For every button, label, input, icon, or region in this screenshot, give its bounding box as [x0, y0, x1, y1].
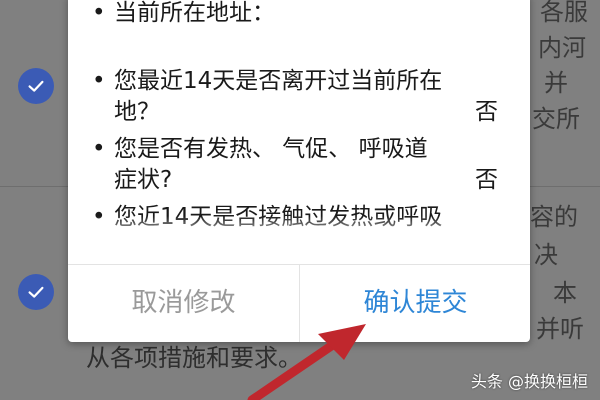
background-text-fragment: 并听 [536, 315, 584, 343]
cancel-edit-button[interactable]: 取消修改 [68, 265, 299, 335]
question-text: 您最近14天是否离开过当前所在 [114, 68, 443, 94]
question-item: • 您最近14天是否离开过当前所在 地？ 否 [92, 66, 522, 130]
checkmark-icon [28, 80, 44, 92]
bullet-dot: • [92, 136, 106, 162]
dialog-button-bar: 取消修改 确认提交 [68, 264, 530, 342]
background-text-fragment: 决 [534, 241, 558, 269]
background-text-fragment: 内河 [538, 34, 586, 62]
checkbox-checked[interactable] [18, 274, 54, 310]
checkmark-icon [28, 286, 44, 298]
question-item: • 您是否有发热、 气促、 呼吸道 症状? 否 [92, 134, 522, 198]
bullet-dot: • [92, 0, 106, 26]
watermark: 头条 @换换桓桓 [470, 372, 588, 391]
confirm-submit-button[interactable]: 确认提交 [300, 265, 530, 335]
background-text-fragment: 容的 [530, 203, 578, 231]
background-text-fragment: 并 [544, 69, 568, 97]
bullet-dot: • [92, 68, 106, 94]
checkbox-checked[interactable] [18, 68, 54, 104]
question-text: 您是否有发热、 气促、 呼吸道 [114, 136, 428, 162]
question-answer: 否 [475, 167, 498, 193]
question-text: 地？ [114, 99, 160, 125]
confirmation-dialog: • 当前所在地址： • 您最近14天是否离开过当前所在 地？ 否 • 您是否有发… [68, 0, 530, 342]
question-answer: 否 [475, 99, 498, 125]
dialog-question-list[interactable]: • 当前所在地址： • 您最近14天是否离开过当前所在 地？ 否 • 您是否有发… [68, 0, 530, 246]
question-text: 症状? [114, 167, 173, 193]
scroll-fade [68, 216, 530, 246]
background-bottom-line: 从各项措施和要求。 [86, 344, 302, 372]
background-text-fragment: 本 [553, 279, 577, 307]
question-text: 当前所在地址： [114, 0, 275, 26]
question-item: • 当前所在地址： [92, 0, 522, 30]
background-text-fragment: 各服 [540, 0, 588, 26]
background-text-fragment: 交所 [532, 105, 580, 133]
